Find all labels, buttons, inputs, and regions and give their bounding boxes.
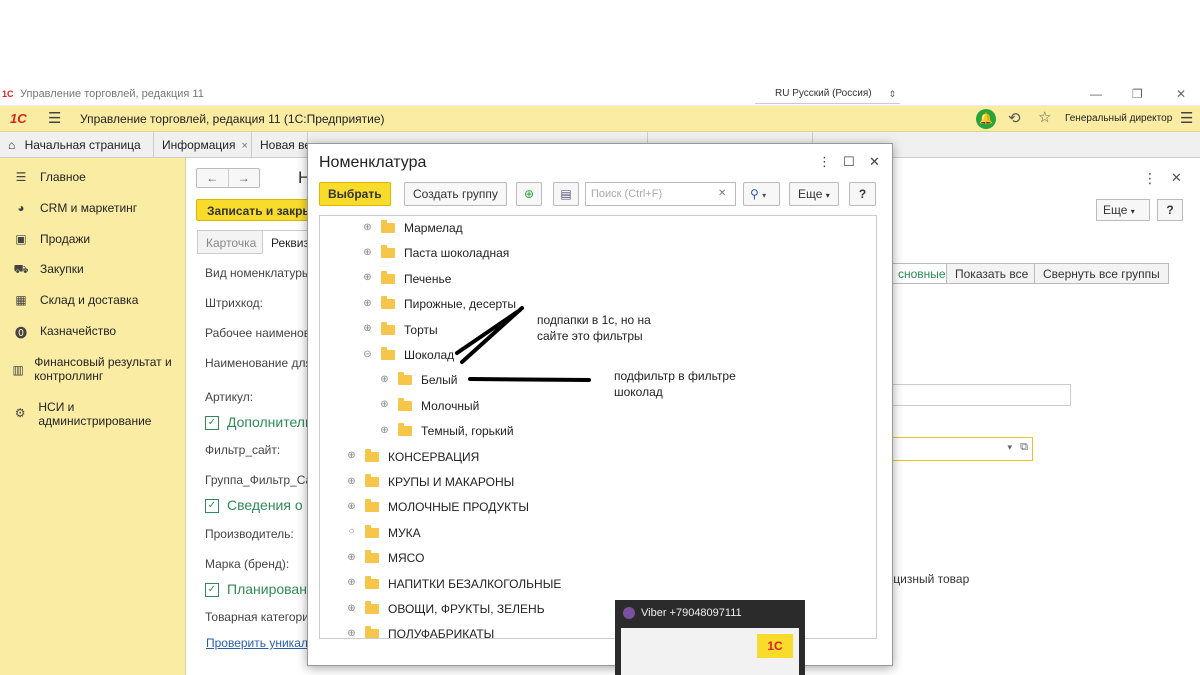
annotation-line: подпапки в 1с, но на [537, 313, 651, 327]
viber-preview[interactable]: Viber +79048097111 1С [615, 600, 805, 675]
annotation-note-subfilter: подфильтр в фильтре шоколад [614, 368, 736, 400]
thumbnail-logo: 1С [757, 634, 793, 658]
annotation-line: подфильтр в фильтре [614, 369, 736, 383]
viber-thumbnail: 1С [621, 628, 799, 675]
viber-icon [623, 607, 635, 620]
annotation-line: шоколад [614, 385, 663, 399]
annotation-line: сайте это фильтры [537, 329, 643, 343]
annotation-note-subfolders: подпапки в 1с, но на сайте это фильтры [537, 312, 651, 344]
viber-title-text: Viber +79048097111 [641, 607, 742, 619]
viber-title: Viber +79048097111 [623, 607, 742, 620]
